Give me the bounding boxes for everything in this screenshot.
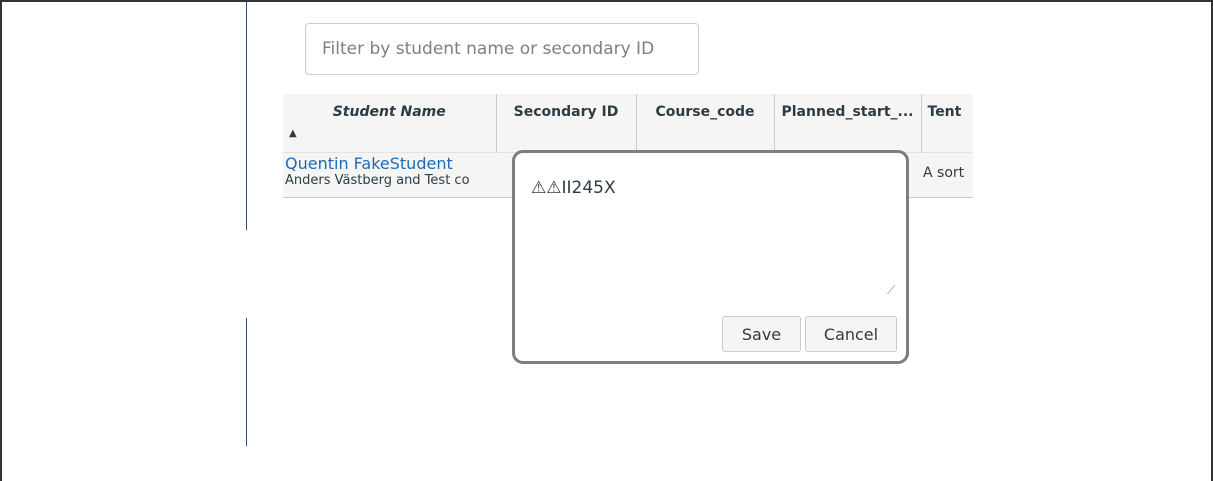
column-header-label: Course_code <box>655 104 755 120</box>
cell-value-textarea[interactable]: ⚠⚠II245X <box>522 160 903 300</box>
table-header-row: Student Name ▲ Secondary ID Course_code … <box>283 94 973 152</box>
sidebar-divider-lower <box>246 318 247 446</box>
column-header-tent[interactable]: Tent <box>921 94 973 152</box>
student-filter-input[interactable] <box>305 23 699 75</box>
column-header-planned-start[interactable]: Planned_start_... <box>774 94 922 152</box>
sidebar-divider-upper <box>246 0 247 230</box>
cell-edit-popup: ⚠⚠II245X ⟋ Save Cancel <box>512 150 909 364</box>
column-header-secondary-id[interactable]: Secondary ID <box>496 94 637 152</box>
column-header-label: Planned_start_... <box>781 104 914 120</box>
column-header-label: Student Name <box>332 104 446 120</box>
student-name-cell: Quentin FakeStudent Anders Västberg and … <box>283 151 496 198</box>
tent-cell[interactable]: A sort <box>921 151 973 198</box>
save-button[interactable]: Save <box>722 316 801 352</box>
student-name-link[interactable]: Quentin FakeStudent <box>285 154 494 173</box>
window-left-border <box>0 0 2 481</box>
column-header-course-code[interactable]: Course_code <box>636 94 775 152</box>
column-header-label: Tent <box>927 104 962 120</box>
student-section-text: Anders Västberg and Test co <box>285 172 470 188</box>
resize-handle-icon[interactable]: ⟋ <box>887 283 895 298</box>
sort-ascending-icon: ▲ <box>289 128 297 139</box>
cancel-button[interactable]: Cancel <box>805 316 897 352</box>
window-top-border <box>0 0 1213 2</box>
column-header-label: Secondary ID <box>513 104 619 120</box>
column-header-student-name[interactable]: Student Name ▲ <box>283 94 497 152</box>
